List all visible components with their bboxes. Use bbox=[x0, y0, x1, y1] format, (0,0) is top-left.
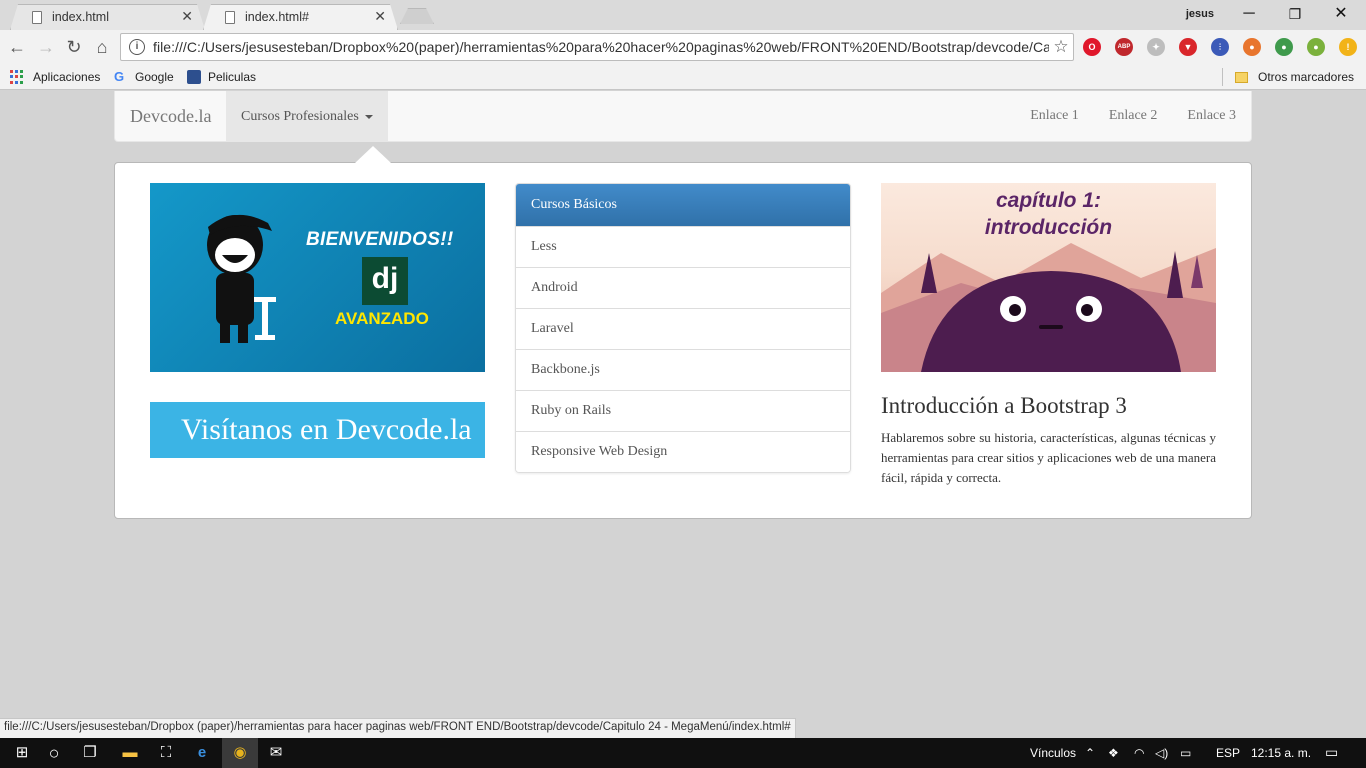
browser-tab-strip: index.html ✕ index.html# ✕ jesus ─ ❐ ✕ bbox=[0, 0, 1366, 30]
bookmark-other[interactable]: Otros marcadores bbox=[1235, 69, 1354, 85]
store-icon[interactable]: ⛶ bbox=[148, 738, 184, 768]
bookmark-peliculas[interactable]: Peliculas bbox=[187, 69, 256, 85]
navbar-brand[interactable]: Devcode.la bbox=[130, 106, 211, 127]
windows-taskbar: ⊞ ○ ❐ ▬ ⛶ e ◉ ✉ Vínculos ⌃ ❖ ◠ ◁) ▭ ESP … bbox=[0, 738, 1366, 768]
apps-grid-icon bbox=[10, 70, 24, 84]
article-description: Hablaremos sobre su historia, caracterís… bbox=[881, 430, 1216, 485]
course-item-responsive-web-design[interactable]: Responsive Web Design bbox=[516, 431, 850, 472]
new-tab-button[interactable] bbox=[400, 8, 434, 24]
bookmarks-divider bbox=[1222, 68, 1223, 86]
back-icon[interactable]: ← bbox=[5, 36, 29, 58]
firefox-icon[interactable]: ● bbox=[1243, 38, 1261, 56]
banner-heading: BIENVENIDOS!! bbox=[306, 229, 454, 250]
mega-menu-arrow bbox=[355, 146, 391, 163]
folder-icon bbox=[1235, 71, 1248, 83]
nav-link-1[interactable]: Enlace 1 bbox=[1015, 91, 1094, 142]
bookmarks-bar: Aplicaciones G Google Peliculas Otros ma… bbox=[0, 64, 1366, 90]
chrome-icon[interactable]: ◉ bbox=[222, 738, 258, 768]
forward-icon[interactable]: → bbox=[34, 36, 58, 58]
bookmark-star-icon[interactable]: ☆ bbox=[1049, 37, 1073, 57]
mail-icon[interactable]: ✉ bbox=[258, 738, 294, 768]
link-status-bubble: file:///C:/Users/jesusesteban/Dropbox (p… bbox=[0, 718, 796, 738]
minimize-icon[interactable]: ─ bbox=[1226, 3, 1272, 25]
chapter-number: capítulo 1: bbox=[995, 189, 1101, 212]
adblock-plus-icon[interactable]: ABP bbox=[1115, 38, 1133, 56]
mega-menu: BIENVENIDOS!! dj AVANZADO Visítanos en D… bbox=[114, 146, 1252, 519]
equalizer-icon[interactable]: ⫶ bbox=[1211, 38, 1229, 56]
caret-down-icon bbox=[364, 114, 373, 119]
home-icon[interactable]: ⌂ bbox=[90, 36, 114, 58]
document-icon bbox=[225, 10, 235, 24]
google-icon: G bbox=[114, 69, 125, 84]
browser-toolbar: ← → ↻ ⌂ i file:///C:/Users/jesusesteban/… bbox=[0, 30, 1366, 64]
info-icon[interactable]: i bbox=[129, 39, 145, 55]
cartoon-character-illustration bbox=[207, 214, 276, 343]
dropdown-label: Cursos Profesionales bbox=[241, 108, 359, 124]
wifi-icon[interactable]: ◠ bbox=[1134, 746, 1144, 760]
page-content: Devcode.la Cursos Profesionales Enlace 1… bbox=[0, 91, 1366, 718]
globe-icon[interactable]: ● bbox=[1275, 38, 1293, 56]
browser-tab-active[interactable]: index.html# ✕ bbox=[203, 4, 398, 30]
movie-icon bbox=[187, 70, 201, 84]
tab-title: index.html bbox=[52, 10, 109, 24]
bookmark-google[interactable]: G Google bbox=[114, 69, 174, 85]
address-bar[interactable]: i file:///C:/Users/jesusesteban/Dropbox%… bbox=[120, 33, 1074, 61]
bookmark-label: Otros marcadores bbox=[1258, 70, 1355, 84]
chevron-up-icon[interactable]: ⌃ bbox=[1085, 746, 1095, 760]
courses-list-header[interactable]: Cursos Básicos bbox=[516, 184, 850, 226]
bookmark-label: Peliculas bbox=[208, 70, 257, 84]
document-icon bbox=[32, 10, 42, 24]
puzzle-icon[interactable]: ✦ bbox=[1147, 38, 1165, 56]
windows-start-icon[interactable]: ⊞ bbox=[4, 738, 40, 768]
navbar: Devcode.la Cursos Profesionales Enlace 1… bbox=[114, 91, 1252, 142]
chapter-banner-image[interactable]: capítulo 1: introducción bbox=[881, 183, 1216, 372]
banner-subheading: AVANZADO bbox=[335, 309, 429, 328]
notifications-icon[interactable]: ▭ bbox=[1325, 744, 1338, 761]
task-view-icon[interactable]: ❐ bbox=[72, 738, 108, 768]
close-window-icon[interactable]: ✕ bbox=[1318, 3, 1364, 25]
bookmark-apps[interactable]: Aplicaciones bbox=[10, 69, 100, 85]
bookmark-label: Aplicaciones bbox=[33, 70, 101, 84]
course-item-backbone[interactable]: Backbone.js bbox=[516, 349, 850, 390]
reload-icon[interactable]: ↻ bbox=[62, 36, 86, 58]
django-logo: dj bbox=[362, 257, 408, 305]
course-item-less[interactable]: Less bbox=[516, 226, 850, 267]
clock[interactable]: 12:15 a. m. bbox=[1251, 746, 1311, 760]
chrome-color-icon[interactable]: ● bbox=[1307, 38, 1325, 56]
address-url[interactable]: file:///C:/Users/jesusesteban/Dropbox%20… bbox=[153, 39, 1049, 55]
dropdown-toggle[interactable]: Cursos Profesionales bbox=[226, 91, 388, 142]
courses-list: Cursos Básicos Less Android Laravel Back… bbox=[515, 183, 851, 473]
django-banner-image[interactable]: BIENVENIDOS!! dj AVANZADO bbox=[150, 183, 485, 372]
cortana-icon[interactable]: ○ bbox=[36, 738, 72, 768]
links-toolbar-label[interactable]: Vínculos bbox=[1030, 746, 1076, 760]
close-tab-icon[interactable]: ✕ bbox=[374, 8, 386, 25]
volume-icon[interactable]: ◁) bbox=[1155, 746, 1168, 760]
keyboard-icon[interactable]: ▭ bbox=[1180, 746, 1191, 760]
edge-icon[interactable]: e bbox=[184, 738, 220, 768]
nav-link-2[interactable]: Enlace 2 bbox=[1094, 91, 1173, 142]
opera-icon[interactable]: O bbox=[1083, 38, 1101, 56]
browser-tab[interactable]: index.html ✕ bbox=[10, 4, 205, 30]
nav-links: Enlace 1 Enlace 2 Enlace 3 bbox=[1015, 91, 1251, 142]
course-item-ruby-on-rails[interactable]: Ruby on Rails bbox=[516, 390, 850, 431]
chapter-title: introducción bbox=[984, 216, 1113, 239]
file-explorer-icon[interactable]: ▬ bbox=[112, 738, 148, 768]
language-indicator[interactable]: ESP bbox=[1216, 746, 1240, 760]
nav-link-3[interactable]: Enlace 3 bbox=[1172, 91, 1251, 142]
profile-name[interactable]: jesus bbox=[1186, 8, 1214, 20]
tab-title: index.html# bbox=[245, 10, 309, 24]
bookmark-label: Google bbox=[135, 70, 174, 84]
close-tab-icon[interactable]: ✕ bbox=[181, 8, 193, 25]
dropbox-icon[interactable]: ❖ bbox=[1108, 746, 1119, 760]
restore-icon[interactable]: ❐ bbox=[1272, 3, 1318, 25]
course-item-laravel[interactable]: Laravel bbox=[516, 308, 850, 349]
warning-icon[interactable]: ! bbox=[1339, 38, 1357, 56]
article-title[interactable]: Introducción a Bootstrap 3 bbox=[881, 393, 1127, 419]
course-item-android[interactable]: Android bbox=[516, 267, 850, 308]
visit-devcode-button[interactable]: Visítanos en Devcode.la bbox=[150, 402, 485, 458]
shield-icon[interactable]: ▼ bbox=[1179, 38, 1197, 56]
